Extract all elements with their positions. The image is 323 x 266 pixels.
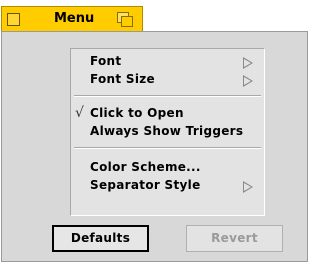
menu-item-label: Separator Style: [90, 178, 201, 192]
menu-item-click-to-open[interactable]: √ Click to Open: [71, 105, 264, 123]
menu-item-font-size[interactable]: Font Size: [71, 71, 264, 89]
menu-item-separator-style[interactable]: Separator Style: [71, 177, 264, 195]
menu-options-panel: Font Font Size √ Click to Open Always Sh…: [70, 48, 265, 216]
checkmark-icon: √: [75, 105, 85, 121]
submenu-arrow-icon: [243, 181, 253, 193]
menu-item-label: Click to Open: [90, 106, 184, 120]
menu-item-always-show-triggers[interactable]: Always Show Triggers: [71, 123, 264, 141]
menu-item-font[interactable]: Font: [71, 53, 264, 71]
submenu-arrow-icon: [243, 57, 253, 69]
menu-item-label: Font: [90, 54, 122, 68]
defaults-button[interactable]: Defaults: [52, 225, 149, 252]
window-close-box-icon[interactable]: [7, 13, 20, 26]
menu-item-label: Always Show Triggers: [90, 124, 244, 138]
menu-separator: [74, 95, 261, 97]
window-tab[interactable]: Menu: [1, 6, 143, 32]
submenu-arrow-icon: [243, 75, 253, 87]
window-title: Menu: [54, 11, 95, 26]
menu-separator: [74, 147, 261, 149]
menu-item-label: Font Size: [90, 72, 155, 86]
menu-item-color-scheme[interactable]: Color Scheme...: [71, 159, 264, 177]
window-zoom-box-icon[interactable]: [117, 12, 133, 27]
menu-preferences-window: Font Font Size √ Click to Open Always Sh…: [1, 31, 308, 262]
revert-button: Revert: [186, 225, 283, 252]
menu-item-label: Color Scheme...: [90, 160, 201, 174]
